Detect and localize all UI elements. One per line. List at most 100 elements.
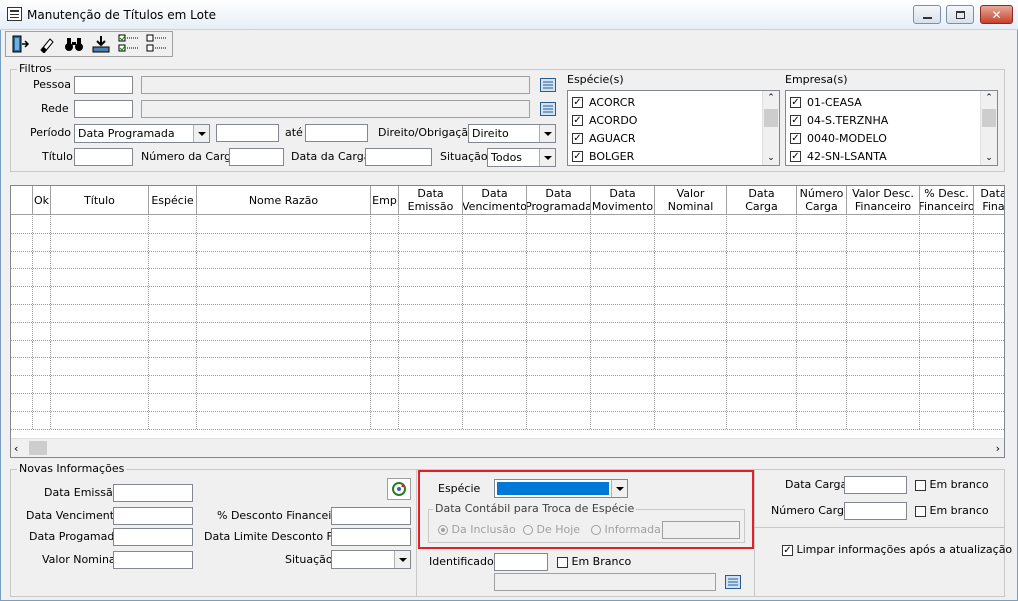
- table-cell[interactable]: [974, 216, 1004, 233]
- table-cell[interactable]: [655, 394, 727, 411]
- table-cell[interactable]: [591, 322, 655, 340]
- table-cell[interactable]: [655, 411, 727, 429]
- table-cell[interactable]: [51, 269, 149, 287]
- table-row[interactable]: [11, 287, 1004, 305]
- table-cell[interactable]: [727, 269, 797, 287]
- numero-carga-input[interactable]: [229, 148, 284, 166]
- row-indicator[interactable]: [11, 394, 33, 411]
- table-cell[interactable]: [51, 340, 149, 358]
- table-cell[interactable]: [399, 411, 463, 429]
- scroll-thumb[interactable]: [764, 109, 778, 127]
- table-cell[interactable]: [399, 233, 463, 251]
- table-cell[interactable]: [371, 305, 399, 322]
- table-cell[interactable]: [463, 287, 527, 304]
- table-cell[interactable]: [463, 251, 527, 269]
- table-cell[interactable]: [371, 394, 399, 411]
- scroll-up-icon[interactable]: ⌃: [981, 93, 997, 103]
- table-cell[interactable]: [727, 394, 797, 411]
- table-cell[interactable]: [847, 287, 920, 304]
- table-cell[interactable]: [974, 323, 1004, 340]
- row-indicator[interactable]: [11, 340, 33, 358]
- row-indicator[interactable]: [11, 216, 33, 233]
- table-row[interactable]: [11, 305, 1004, 323]
- table-cell[interactable]: [33, 305, 51, 322]
- grid-column-header[interactable]: Espécie: [149, 186, 197, 215]
- table-cell[interactable]: [51, 216, 149, 233]
- table-cell[interactable]: [727, 411, 797, 429]
- table-cell[interactable]: [655, 287, 727, 304]
- table-cell[interactable]: [797, 233, 847, 251]
- table-cell[interactable]: [149, 394, 197, 411]
- table-cell[interactable]: [920, 394, 974, 411]
- table-cell[interactable]: [51, 251, 149, 269]
- table-cell[interactable]: [847, 216, 920, 233]
- table-cell[interactable]: [797, 287, 847, 304]
- empresas-list[interactable]: ✓ 01-CEASA ✓ 04-S.TERZNHA ✓ 0040-MODELO ✓ 42…: [785, 90, 998, 166]
- table-cell[interactable]: [197, 216, 371, 233]
- em-branco-data-carga[interactable]: Em branco: [915, 478, 989, 492]
- empresa-item[interactable]: ✓ 0040-MODELO: [790, 129, 887, 147]
- especie-item[interactable]: ✓ ACORCR: [572, 93, 635, 111]
- table-row[interactable]: [11, 251, 1004, 270]
- empresa-item[interactable]: ✓ 04-S.TERZNHA: [790, 111, 888, 129]
- table-cell[interactable]: [149, 287, 197, 304]
- table-cell[interactable]: [197, 287, 371, 304]
- rede-lookup-button[interactable]: [538, 99, 558, 119]
- row-indicator[interactable]: [11, 322, 33, 340]
- table-cell[interactable]: [463, 322, 527, 340]
- title-bar[interactable]: Manutenção de Títulos em Lote ✕: [0, 0, 1018, 30]
- table-cell[interactable]: [847, 358, 920, 376]
- data-vencimento-input[interactable]: [113, 507, 193, 525]
- table-cell[interactable]: [974, 287, 1004, 304]
- table-cell[interactable]: [51, 358, 149, 376]
- table-cell[interactable]: [797, 322, 847, 340]
- table-cell[interactable]: [974, 305, 1004, 322]
- table-cell[interactable]: [197, 251, 371, 269]
- grid-column-header[interactable]: Data Fina: [974, 186, 1004, 215]
- table-cell[interactable]: [371, 358, 399, 376]
- grid-column-header[interactable]: Número Carga: [797, 186, 847, 215]
- row-indicator[interactable]: [11, 411, 33, 429]
- row-indicator[interactable]: [11, 251, 33, 269]
- table-cell[interactable]: [197, 376, 371, 393]
- table-row[interactable]: [11, 233, 1004, 252]
- pessoa-lookup-button[interactable]: [538, 75, 558, 95]
- table-cell[interactable]: [920, 411, 974, 429]
- table-cell[interactable]: [463, 216, 527, 233]
- table-cell[interactable]: [655, 233, 727, 251]
- rede-code-input[interactable]: [74, 100, 133, 118]
- table-cell[interactable]: [149, 305, 197, 322]
- table-cell[interactable]: [33, 251, 51, 269]
- table-cell[interactable]: [847, 322, 920, 340]
- table-cell[interactable]: [463, 340, 527, 358]
- empresa-item[interactable]: ✓ 42-SN-LSANTA: [790, 147, 887, 165]
- especie-item[interactable]: ✓ ACORDO: [572, 111, 637, 129]
- table-cell[interactable]: [149, 322, 197, 340]
- table-cell[interactable]: [399, 358, 463, 376]
- em-branco-identificador[interactable]: Em Branco: [557, 555, 631, 569]
- table-cell[interactable]: [655, 358, 727, 376]
- table-cell[interactable]: [591, 287, 655, 304]
- table-cell[interactable]: [655, 322, 727, 340]
- table-cell[interactable]: [920, 287, 974, 304]
- table-cell[interactable]: [399, 216, 463, 233]
- numero-carga-new-input[interactable]: [844, 502, 907, 520]
- table-cell[interactable]: [974, 252, 1004, 269]
- table-row[interactable]: [11, 358, 1004, 377]
- table-cell[interactable]: [527, 216, 591, 233]
- table-cell[interactable]: [920, 340, 974, 358]
- scroll-down-icon[interactable]: ⌄: [763, 153, 779, 163]
- table-cell[interactable]: [33, 376, 51, 393]
- situacao-select[interactable]: Todos: [487, 148, 556, 167]
- table-cell[interactable]: [527, 394, 591, 411]
- identificador-input[interactable]: [494, 553, 548, 571]
- table-cell[interactable]: [463, 233, 527, 251]
- scroll-up-icon[interactable]: ⌃: [763, 93, 779, 103]
- grid-column-header[interactable]: Título: [51, 186, 149, 215]
- table-cell[interactable]: [974, 412, 1004, 429]
- table-cell[interactable]: [51, 305, 149, 322]
- table-cell[interactable]: [33, 340, 51, 358]
- table-cell[interactable]: [847, 411, 920, 429]
- minimize-button[interactable]: [913, 5, 941, 24]
- row-indicator[interactable]: [11, 269, 33, 287]
